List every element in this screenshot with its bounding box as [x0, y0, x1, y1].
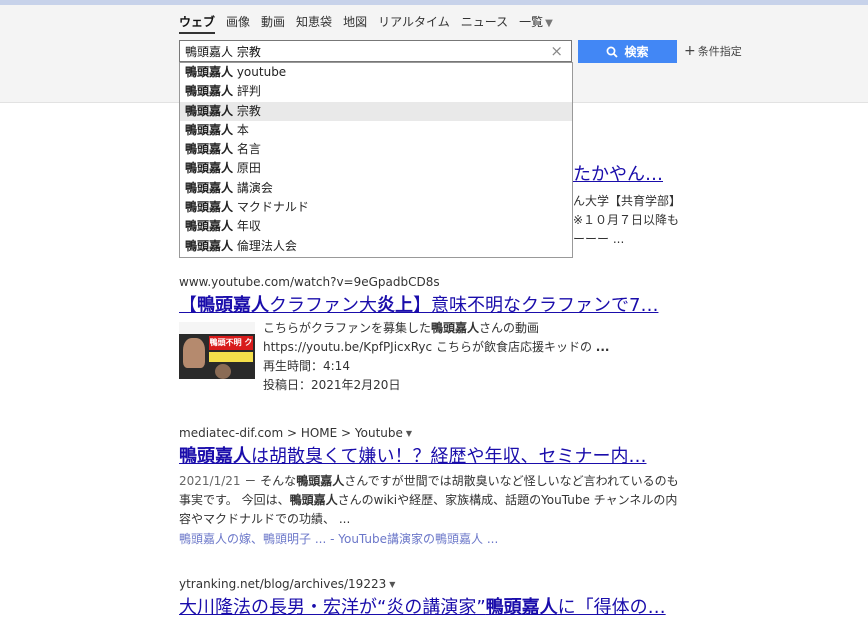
result-url: mediatec-dif.com > HOME > Youtube ▼ — [179, 426, 413, 440]
vertical-tabs: ウェブ 画像 動画 知恵袋 地図 リアルタイム ニュース 一覧 ▼ — [179, 10, 564, 34]
result-snippet-line: ーーー ... — [573, 232, 625, 246]
suggestion-bold: 鴨頭嘉人 — [185, 238, 234, 253]
suggestion-rest: 宗教 — [233, 103, 261, 118]
search-result-video: www.youtube.com/watch?v=9eGpadbCD8s 【鴨頭嘉… — [179, 275, 689, 395]
search-button-label: 検索 — [624, 45, 649, 59]
title-highlight: 炎上 — [377, 295, 413, 316]
video-info: こちらがクラファンを募集した鴨頭嘉人さんの動画https://youtu.be/… — [263, 319, 689, 395]
plus-icon: + — [684, 43, 696, 59]
clear-icon[interactable]: × — [550, 43, 563, 59]
suggestion-item[interactable]: 鴨頭嘉人 倫理法人会 — [180, 237, 572, 256]
thumbnail-caption: 鴨頭不明 クラファン — [209, 336, 253, 361]
title-text: 大川隆法の長男・宏洋が“炎の講演家” — [179, 597, 486, 618]
suggestion-rest: 原田 — [233, 161, 261, 176]
result-snippet-line: ん大学【共育学部】 — [573, 194, 682, 208]
tab-maps[interactable]: 地図 — [343, 13, 367, 30]
result-title-link[interactable]: 大川隆法の長男・宏洋が“炎の講演家”鴨頭嘉人に「得体の… — [179, 593, 689, 619]
suggestion-bold: 鴨頭嘉人 — [185, 65, 234, 79]
suggestion-item[interactable]: 鴨頭嘉人 名言 — [180, 140, 572, 159]
suggestion-bold: 鴨頭嘉人 — [185, 219, 234, 234]
result-title-link[interactable]: 鴨頭嘉人は胡散臭くて嫌い！？経歴や年収、セミナー内… — [179, 442, 689, 468]
suggestion-rest: 評判 — [233, 84, 261, 99]
suggestion-item[interactable]: 鴨頭嘉人 マクドナルド — [180, 198, 572, 217]
title-text: に「得体の… — [557, 597, 666, 618]
suggestion-bold: 鴨頭嘉人 — [185, 180, 234, 195]
suggestion-rest: マクドナルド — [233, 200, 309, 215]
url-menu-caret-icon[interactable]: ▼ — [406, 429, 412, 438]
video-posted-date: 投稿日：2021年2月20日 — [263, 378, 401, 392]
suggestion-item[interactable]: 鴨頭嘉人 年収 — [180, 217, 572, 236]
search-result: ytranking.net/blog/archives/19223 ▼ 大川隆法の… — [179, 577, 689, 619]
suggestion-item[interactable]: 鴨頭嘉人 講演会 — [180, 179, 572, 198]
suggestion-item[interactable]: 鴨頭嘉人 youtube — [180, 63, 572, 82]
title-text: は胡散臭くて嫌い！？経歴や年収、セミナー内… — [251, 446, 647, 467]
result-url: ytranking.net/blog/archives/19223 ▼ — [179, 577, 396, 591]
title-text: 】意味不明なクラファンで7… — [413, 295, 659, 316]
suggestion-bold: 鴨頭嘉人 — [185, 161, 234, 176]
tab-more[interactable]: 一覧 ▼ — [519, 13, 553, 30]
suggestion-item[interactable]: 鴨頭嘉人 評判 — [180, 82, 572, 101]
suggestion-rest: 講演会 — [233, 180, 273, 195]
result-sublinks: 鴨頭嘉人の嫁、鴨頭明子 ... - YouTube講演家の鴨頭嘉人 ... — [179, 532, 499, 546]
tab-more-label: 一覧 — [519, 14, 544, 29]
result-title-link[interactable]: たかやん… — [573, 160, 681, 186]
search-icon — [607, 46, 619, 58]
suggestion-rest: 年収 — [233, 219, 261, 234]
result-date: 2021/1/21 — [179, 474, 241, 488]
search-conditions-label: 条件指定 — [697, 45, 742, 58]
suggestion-rest: 名言 — [233, 142, 261, 157]
result-snippet-line: ※１０月７日以降も — [573, 213, 680, 227]
title-text: 【 — [179, 295, 197, 316]
tab-realtime[interactable]: リアルタイム — [378, 13, 450, 30]
url-menu-caret-icon[interactable]: ▼ — [389, 580, 395, 589]
suggestion-bold: 鴨頭嘉人 — [185, 122, 234, 137]
autocomplete-dropdown: 鴨頭嘉人 youtube 鴨頭嘉人 評判 鴨頭嘉人 宗教 鴨頭嘉人 本 鴨頭嘉人… — [179, 62, 573, 258]
caret-down-icon: ▼ — [545, 17, 553, 29]
suggestion-bold: 鴨頭嘉人 — [185, 103, 234, 118]
search-result: mediatec-dif.com > HOME > Youtube ▼ 鴨頭嘉人は… — [179, 426, 689, 547]
search-box: × — [179, 40, 572, 62]
tab-images[interactable]: 画像 — [226, 13, 250, 30]
video-description: こちらがクラファンを募集した鴨頭嘉人さんの動画https://youtu.be/… — [263, 321, 610, 354]
title-highlight: 鴨頭嘉人 — [485, 597, 558, 618]
result-url: www.youtube.com/watch?v=9eGpadbCD8s — [179, 275, 440, 289]
tab-chiebukuro[interactable]: 知恵袋 — [296, 13, 332, 30]
result-snippet: 2021/1/21 － そんな鴨頭嘉人さんですが世間では胡散臭いなど怪しいなど言… — [179, 474, 679, 526]
video-duration: 再生時間：4:14 — [263, 359, 350, 373]
search-button[interactable]: 検索 — [578, 40, 677, 63]
suggestion-item-selected[interactable]: 鴨頭嘉人 宗教 — [180, 101, 572, 121]
suggestion-bold: 鴨頭嘉人 — [185, 142, 234, 157]
result-partial: たかやん… ん大学【共育学部】 ※１０月７日以降も ーーー ... — [573, 160, 681, 249]
suggestion-bold: 鴨頭嘉人 — [185, 84, 234, 99]
suggestion-bold: 鴨頭嘉人 — [185, 200, 234, 215]
tab-news[interactable]: ニュース — [461, 13, 508, 30]
suggestion-rest: 本 — [233, 122, 249, 137]
suggestion-item[interactable]: 鴨頭嘉人 原田 — [180, 159, 572, 178]
title-text: クラファン大 — [269, 295, 377, 316]
search-conditions-link[interactable]: + 条件指定 — [684, 43, 742, 59]
tab-videos[interactable]: 動画 — [261, 13, 285, 30]
result-title-link[interactable]: 【鴨頭嘉人クラファン大炎上】意味不明なクラファンで7… — [179, 291, 689, 317]
tab-web[interactable]: ウェブ — [179, 13, 216, 34]
search-input[interactable] — [185, 41, 545, 61]
suggestion-rest: youtube — [233, 65, 287, 79]
video-block: 鴨頭不明 クラファン こちらがクラファンを募集した鴨頭嘉人さんの動画https:… — [179, 319, 689, 395]
sublink[interactable]: YouTube講演家の鴨頭嘉人 ... — [338, 532, 498, 546]
video-thumbnail[interactable]: 鴨頭不明 クラファン — [179, 322, 255, 379]
sublink[interactable]: 鴨頭嘉人の嫁、鴨頭明子 ... — [179, 532, 326, 546]
suggestion-rest: 倫理法人会 — [233, 238, 297, 253]
title-highlight: 鴨頭嘉人 — [197, 295, 269, 316]
title-highlight: 鴨頭嘉人 — [179, 446, 251, 467]
suggestion-item[interactable]: 鴨頭嘉人 本 — [180, 121, 572, 140]
